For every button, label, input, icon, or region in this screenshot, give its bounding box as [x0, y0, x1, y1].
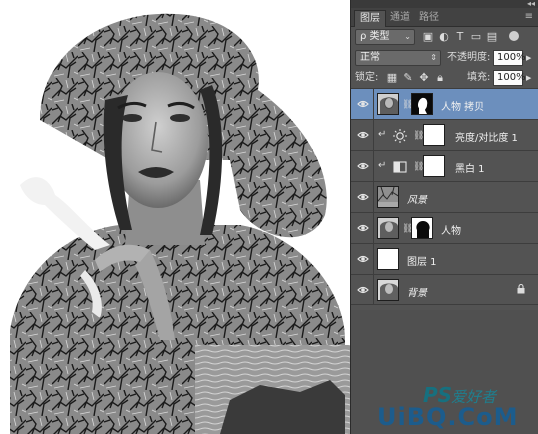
layer-filter-row: ρ 类型 ⌄ ▣ ◐ T ▭ ▤	[351, 28, 538, 47]
fill-input[interactable]: 100%	[493, 70, 526, 86]
clipping-mask-arrow-icon: ↵	[378, 129, 387, 140]
panel-title-strip: ◂◂	[351, 0, 538, 8]
layer-name[interactable]: 图层 1	[407, 253, 437, 268]
layer-name[interactable]: 亮度/对比度 1	[455, 129, 518, 144]
tab-paths[interactable]: 路径	[414, 10, 444, 27]
column-divider	[373, 120, 374, 150]
visibility-eye-icon[interactable]	[357, 254, 369, 264]
mask-link-icon[interactable]: ⛓︎	[413, 161, 424, 173]
visibility-eye-icon[interactable]	[357, 99, 369, 109]
lock-fill-row: 锁定: ▦ ✎ ✥ 🔒︎ 填充: 100% ▶	[351, 69, 538, 88]
layer-row-scenery[interactable]: 风景	[351, 181, 538, 212]
watermark-url-text: UiBQ.CoM	[377, 403, 519, 431]
layer-name[interactable]: 背景	[407, 284, 427, 299]
lock-position-icon[interactable]: ✥	[417, 71, 431, 85]
layer-row-person-copy[interactable]: ⛓︎ 人物 拷贝	[351, 88, 538, 119]
filter-toggle-icon[interactable]	[509, 31, 519, 41]
clipping-mask-arrow-icon: ↵	[378, 160, 387, 171]
filter-type-label: ρ 类型	[360, 31, 390, 42]
layer-name[interactable]: 人物	[441, 222, 461, 237]
shape-filter-icon[interactable]: ▭	[469, 30, 483, 44]
tab-channels[interactable]: 通道	[385, 10, 415, 27]
black-white-adjustment-icon	[393, 161, 407, 173]
document-canvas[interactable]	[0, 0, 350, 434]
visibility-eye-icon[interactable]	[357, 161, 369, 171]
layer-name[interactable]: 风景	[407, 191, 427, 206]
brightness-contrast-icon	[393, 129, 407, 143]
layer-mask-thumbnail[interactable]	[411, 217, 433, 239]
layer-row-background[interactable]: 背景	[351, 274, 538, 305]
visibility-eye-icon[interactable]	[357, 223, 369, 233]
tab-layers[interactable]: 图层	[354, 10, 386, 27]
layer-row-layer1[interactable]: 图层 1	[351, 243, 538, 274]
column-divider	[373, 275, 374, 305]
layer-mask-thumbnail[interactable]	[423, 124, 445, 146]
collapse-panel-button[interactable]: ◂◂	[527, 0, 535, 8]
layer-thumbnail	[377, 186, 399, 208]
panel-tab-bar: 图层 通道 路径 ≡	[351, 8, 538, 27]
chevron-down-icon: ⌄	[404, 32, 411, 41]
blend-mode-dropdown[interactable]: 正常 ⇕	[355, 50, 441, 66]
lock-all-icon[interactable]: 🔒︎	[433, 71, 447, 85]
fill-label: 填充:	[467, 72, 491, 83]
pixel-filter-icon[interactable]: ▣	[421, 30, 435, 44]
adjustment-filter-icon[interactable]: ◐	[437, 30, 451, 44]
layers-panel: ◂◂ 图层 通道 路径 ≡ ρ 类型 ⌄ ▣ ◐ T ▭ ▤ 正常 ⇕ 不透明度…	[350, 0, 538, 434]
mask-link-icon[interactable]: ⛓︎	[413, 130, 424, 142]
layer-thumbnail	[377, 93, 399, 115]
opacity-label: 不透明度:	[447, 52, 491, 63]
watermark: PS 爱好者 UiBQ.CoM	[375, 383, 535, 433]
fill-slider-arrow[interactable]: ▶	[526, 71, 531, 85]
layer-row-person[interactable]: ⛓︎ 人物	[351, 212, 538, 243]
type-filter-icon[interactable]: T	[453, 30, 467, 44]
blend-opacity-row: 正常 ⇕ 不透明度: 100% ▶	[351, 48, 538, 68]
layer-name[interactable]: 黑白 1	[455, 160, 485, 175]
lock-transparent-pixels-icon[interactable]: ▦	[385, 71, 399, 85]
updown-icon: ⇕	[430, 53, 437, 62]
filter-type-dropdown[interactable]: ρ 类型 ⌄	[355, 29, 415, 45]
double-exposure-artwork	[10, 13, 350, 434]
smart-object-filter-icon[interactable]: ▤	[485, 30, 499, 44]
layer-thumbnail	[377, 217, 399, 239]
layer-row-black-white[interactable]: ↵ ⛓︎ 黑白 1	[351, 150, 538, 181]
visibility-eye-icon[interactable]	[357, 192, 369, 202]
blend-mode-value: 正常	[360, 52, 380, 63]
opacity-input[interactable]: 100%	[493, 50, 526, 66]
visibility-eye-icon[interactable]	[357, 130, 369, 140]
column-divider	[373, 213, 374, 243]
mask-link-icon[interactable]: ⛓︎	[402, 223, 413, 235]
layer-list: ⛓︎ 人物 拷贝 ↵ ⛓︎ 亮度/对比度 1 ↵ ⛓︎ 黑白 1 风景 ⛓︎ 人…	[351, 88, 538, 310]
layer-mask-thumbnail[interactable]	[423, 155, 445, 177]
mask-link-icon[interactable]: ⛓︎	[402, 99, 413, 111]
layer-row-brightness-contrast[interactable]: ↵ ⛓︎ 亮度/对比度 1	[351, 119, 538, 150]
layer-thumbnail	[377, 248, 399, 270]
layer-mask-thumbnail[interactable]	[411, 93, 433, 115]
column-divider	[373, 182, 374, 212]
opacity-slider-arrow[interactable]: ▶	[526, 51, 531, 65]
layer-name[interactable]: 人物 拷贝	[441, 98, 484, 113]
lock-icon	[517, 284, 525, 294]
visibility-eye-icon[interactable]	[357, 285, 369, 295]
layer-thumbnail	[377, 279, 399, 301]
lock-image-pixels-icon[interactable]: ✎	[401, 71, 415, 85]
column-divider	[373, 244, 374, 274]
column-divider	[373, 151, 374, 181]
column-divider	[373, 89, 374, 119]
lock-label: 锁定:	[355, 72, 379, 83]
panel-menu-icon[interactable]: ≡	[525, 11, 533, 22]
